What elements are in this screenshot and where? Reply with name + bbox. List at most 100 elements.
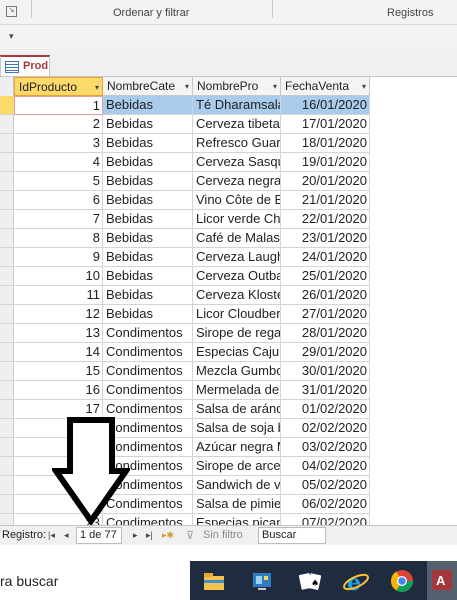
sort-filter-dropdown-icon[interactable]: ▾ — [273, 77, 277, 95]
cell-fechaventa[interactable]: 01/02/2020 — [281, 400, 370, 419]
cell-fechaventa[interactable]: 06/02/2020 — [281, 495, 370, 514]
first-record-icon[interactable]: |◂ — [48, 530, 55, 541]
cell-idproducto[interactable]: 4 — [14, 153, 103, 172]
cell-nombreproducto[interactable]: Salsa de aránd — [193, 400, 281, 419]
table-row[interactable]: 6 Bebidas Vino Côte de B 21/01/2020 — [14, 191, 370, 210]
cell-nombreproducto[interactable]: Cerveza tibeta — [193, 115, 281, 134]
record-selector[interactable] — [0, 172, 14, 191]
cell-nombreproducto[interactable]: Cerveza negra — [193, 172, 281, 191]
table-row[interactable]: 12 Bebidas Licor Cloudber 27/01/2020 — [14, 305, 370, 324]
table-row[interactable]: 2 Bebidas Cerveza tibeta 17/01/2020 — [14, 115, 370, 134]
cell-nombreproducto[interactable]: Sirope de arce — [193, 457, 281, 476]
cell-nombrecategoria[interactable]: Bebidas — [103, 248, 193, 267]
record-selector[interactable] — [0, 419, 14, 438]
cell-nombrecategoria[interactable]: Bebidas — [103, 172, 193, 191]
cell-fechaventa[interactable]: 05/02/2020 — [281, 476, 370, 495]
cell-nombreproducto[interactable]: Cerveza Sasqu — [193, 153, 281, 172]
record-selector[interactable] — [0, 115, 14, 134]
record-selector[interactable] — [0, 381, 14, 400]
record-selector[interactable] — [0, 324, 14, 343]
column-header-idproducto[interactable]: IdProducto ▾ — [14, 77, 103, 96]
record-selector[interactable] — [0, 343, 14, 362]
cell-nombrecategoria[interactable]: Bebidas — [103, 210, 193, 229]
sort-filter-dropdown-icon[interactable]: ▾ — [185, 77, 189, 95]
cell-idproducto[interactable]: 9 — [14, 248, 103, 267]
last-record-icon[interactable]: ▸| — [146, 530, 153, 541]
cell-fechaventa[interactable]: 07/02/2020 — [281, 514, 370, 525]
cell-idproducto[interactable]: 14 — [14, 343, 103, 362]
table-row[interactable]: 8 Bebidas Café de Malasi 23/01/2020 — [14, 229, 370, 248]
cell-nombrecategoria[interactable]: Bebidas — [103, 96, 193, 115]
record-selector[interactable] — [0, 514, 14, 525]
previous-record-icon[interactable]: ◂ — [64, 530, 69, 541]
cell-nombreproducto[interactable]: Especias Cajun — [193, 343, 281, 362]
filter-status[interactable]: Sin filtro — [203, 529, 243, 541]
table-row[interactable]: 9 Bebidas Cerveza Laugh 24/01/2020 — [14, 248, 370, 267]
table-row[interactable]: 14 Condimentos Especias Cajun 29/01/2020 — [14, 343, 370, 362]
cell-fechaventa[interactable]: 03/02/2020 — [281, 438, 370, 457]
cell-nombrecategoria[interactable]: Bebidas — [103, 305, 193, 324]
record-selector-column[interactable] — [0, 77, 14, 525]
record-selector[interactable] — [0, 134, 14, 153]
cell-nombreproducto[interactable]: Café de Malasi — [193, 229, 281, 248]
cell-fechaventa[interactable]: 25/01/2020 — [281, 267, 370, 286]
record-selector[interactable] — [0, 229, 14, 248]
cell-fechaventa[interactable]: 19/01/2020 — [281, 153, 370, 172]
cell-idproducto[interactable]: 15 — [14, 362, 103, 381]
table-row[interactable]: 13 Condimentos Sirope de rega 28/01/2020 — [14, 324, 370, 343]
customize-dropdown-icon[interactable]: ▾ — [9, 31, 14, 42]
table-row[interactable]: 1 Bebidas Té Dharamsala 16/01/2020 — [14, 96, 370, 115]
column-header-fechaventa[interactable]: FechaVenta ▾ — [281, 77, 370, 96]
cell-nombrecategoria[interactable]: Condimentos — [103, 343, 193, 362]
record-selector[interactable] — [0, 153, 14, 172]
cell-nombreproducto[interactable]: Sirope de rega — [193, 324, 281, 343]
cell-nombrecategoria[interactable]: Condimentos — [103, 362, 193, 381]
cell-nombreproducto[interactable]: Sandwich de v — [193, 476, 281, 495]
cell-fechaventa[interactable]: 20/01/2020 — [281, 172, 370, 191]
table-row[interactable]: 7 Bebidas Licor verde Cha 22/01/2020 — [14, 210, 370, 229]
file-explorer-icon[interactable] — [198, 565, 230, 597]
cell-nombreproducto[interactable]: Cerveza Outba — [193, 267, 281, 286]
cell-nombreproducto[interactable]: Salsa de soja b — [193, 419, 281, 438]
cell-idproducto[interactable]: 16 — [14, 381, 103, 400]
column-header-nombrepro[interactable]: NombrePro ▾ — [193, 77, 281, 96]
table-row[interactable]: 5 Bebidas Cerveza negra 20/01/2020 — [14, 172, 370, 191]
record-selector[interactable] — [0, 362, 14, 381]
next-record-icon[interactable]: ▸ — [133, 530, 138, 541]
sort-filter-dropdown-icon[interactable]: ▾ — [362, 77, 366, 95]
record-selector[interactable] — [0, 286, 14, 305]
cell-idproducto[interactable]: 11 — [14, 286, 103, 305]
cell-nombrecategoria[interactable]: Bebidas — [103, 134, 193, 153]
cell-fechaventa[interactable]: 21/01/2020 — [281, 191, 370, 210]
cell-fechaventa[interactable]: 23/01/2020 — [281, 229, 370, 248]
column-header-nombrecate[interactable]: NombreCate ▾ — [103, 77, 193, 96]
cell-fechaventa[interactable]: 27/01/2020 — [281, 305, 370, 324]
cell-idproducto[interactable]: 5 — [14, 172, 103, 191]
cell-idproducto[interactable]: 1 — [14, 96, 103, 115]
cell-idproducto[interactable]: 3 — [14, 134, 103, 153]
table-row[interactable]: 15 Condimentos Mezcla Gumbo 30/01/2020 — [14, 362, 370, 381]
cell-idproducto[interactable]: 8 — [14, 229, 103, 248]
table-row[interactable]: 10 Bebidas Cerveza Outba 25/01/2020 — [14, 267, 370, 286]
cell-nombrecategoria[interactable]: Condimentos — [103, 324, 193, 343]
table-row[interactable]: 3 Bebidas Refresco Guara 18/01/2020 — [14, 134, 370, 153]
cell-idproducto[interactable]: 7 — [14, 210, 103, 229]
record-selector[interactable] — [0, 495, 14, 514]
cell-fechaventa[interactable]: 26/01/2020 — [281, 286, 370, 305]
dialog-launcher-icon[interactable]: ↘ — [6, 6, 17, 17]
cell-fechaventa[interactable]: 04/02/2020 — [281, 457, 370, 476]
cell-nombrecategoria[interactable]: Bebidas — [103, 267, 193, 286]
cell-nombrecategoria[interactable]: Bebidas — [103, 115, 193, 134]
record-selector[interactable] — [0, 400, 14, 419]
table-row[interactable]: 11 Bebidas Cerveza Kloste 26/01/2020 — [14, 286, 370, 305]
cell-nombreproducto[interactable]: Especias picant — [193, 514, 281, 525]
internet-explorer-icon[interactable]: e — [340, 565, 372, 597]
cell-nombreproducto[interactable]: Salsa de pimie — [193, 495, 281, 514]
cell-fechaventa[interactable]: 30/01/2020 — [281, 362, 370, 381]
cell-nombrecategoria[interactable]: Bebidas — [103, 153, 193, 172]
access-taskbar-button[interactable]: A — [427, 561, 457, 600]
cell-idproducto[interactable]: 6 — [14, 191, 103, 210]
cell-fechaventa[interactable]: 31/01/2020 — [281, 381, 370, 400]
record-selector[interactable] — [0, 476, 14, 495]
cell-fechaventa[interactable]: 24/01/2020 — [281, 248, 370, 267]
